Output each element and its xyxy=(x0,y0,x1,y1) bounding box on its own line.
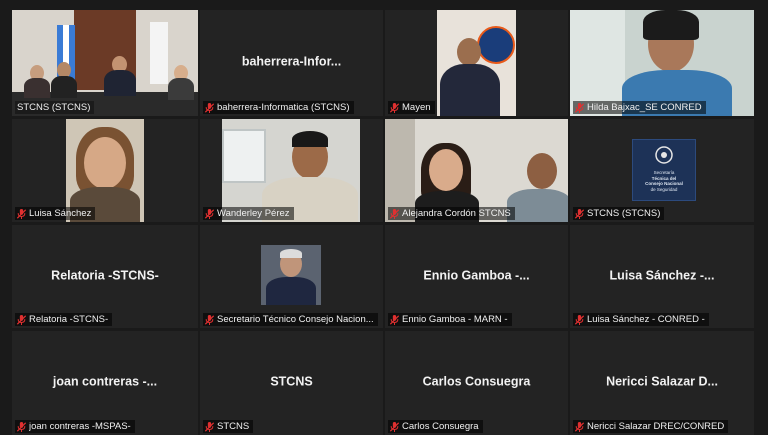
mic-muted-icon xyxy=(390,208,399,219)
video-tile-carlos[interactable]: Carlos Consuegra Carlos Consuegra xyxy=(385,331,568,435)
mic-muted-icon xyxy=(205,314,214,325)
video-tile-stcns-2[interactable]: STCNS STCNS xyxy=(200,331,383,435)
participant-label: joan contreras -MSPAS- xyxy=(15,420,135,433)
video-tile-relatoria[interactable]: Relatoria -STCNS- Relatoria -STCNS- xyxy=(12,225,198,328)
mic-muted-icon xyxy=(17,314,26,325)
participant-name-display: Ennio Gamboa -... xyxy=(423,268,530,283)
video-tile-luisa[interactable]: Luisa Sánchez xyxy=(12,119,198,222)
participant-label: STCNS xyxy=(203,420,254,433)
video-tile-wanderley[interactable]: Wanderley Pérez xyxy=(200,119,383,222)
logo-text: de Seguridad xyxy=(650,186,678,192)
mic-muted-icon xyxy=(390,102,399,113)
participant-name-display: STCNS xyxy=(270,374,313,389)
participant-label: Ennio Gamboa - MARN - xyxy=(388,313,512,326)
mic-muted-icon xyxy=(390,421,399,432)
participant-label: Relatoria -STCNS- xyxy=(15,313,113,326)
participant-name-display: Relatoria -STCNS- xyxy=(51,268,159,283)
participant-label: Hilda Bajxac_SE CONRED xyxy=(573,101,706,114)
video-tile-ennio[interactable]: Ennio Gamboa -... Ennio Gamboa - MARN - xyxy=(385,225,568,328)
video-tile-luisa-conred[interactable]: Luisa Sánchez -... Luisa Sánchez - CONRE… xyxy=(570,225,754,328)
participant-name-display: Nericci Salazar D... xyxy=(606,374,718,389)
participant-name-display: Luisa Sánchez -... xyxy=(609,268,715,283)
video-feed xyxy=(437,10,516,116)
participant-label: Secretario Técnico Consejo Nacion... xyxy=(203,313,378,326)
mic-muted-icon xyxy=(205,208,214,219)
video-tile-stcns-logo[interactable]: Secretaría Técnica del Consejo Nacional … xyxy=(570,119,754,222)
mic-muted-icon xyxy=(205,421,214,432)
video-tile-stcns[interactable]: STCNS (STCNS) xyxy=(12,10,198,116)
participant-label: STCNS (STCNS) xyxy=(573,207,665,220)
participant-name-display: Carlos Consuegra xyxy=(422,374,531,389)
participant-label: STCNS (STCNS) xyxy=(15,101,95,114)
conred-logo xyxy=(477,26,515,64)
participant-label: Luisa Sánchez - CONRED - xyxy=(573,313,709,326)
participant-label: Nericci Salazar DREC/CONRED xyxy=(573,420,729,433)
participant-name-display: joan contreras -... xyxy=(52,374,158,389)
profile-photo xyxy=(261,245,321,305)
participant-label: Luisa Sánchez xyxy=(15,207,96,220)
participant-label: Alejandra Cordón STCNS xyxy=(388,207,515,220)
mic-muted-icon xyxy=(575,314,584,325)
stcns-logo: Secretaría Técnica del Consejo Nacional … xyxy=(632,139,696,201)
video-tile-nericci[interactable]: Nericci Salazar D... Nericci Salazar DRE… xyxy=(570,331,754,435)
participant-label: Wanderley Pérez xyxy=(203,207,294,220)
video-tile-mayen[interactable]: Mayen xyxy=(385,10,568,116)
participant-name-display: baherrera-Infor... xyxy=(241,54,342,69)
video-tile-hilda[interactable]: Hilda Bajxac_SE CONRED xyxy=(570,10,754,116)
flag-white xyxy=(150,22,168,84)
mic-muted-icon xyxy=(575,421,584,432)
video-tile-joan[interactable]: joan contreras -... joan contreras -MSPA… xyxy=(12,331,198,435)
participant-label: Mayen xyxy=(388,101,435,114)
emblem-icon xyxy=(655,146,673,164)
video-tile-alejandra[interactable]: Alejandra Cordón STCNS xyxy=(385,119,568,222)
mic-muted-icon xyxy=(17,208,26,219)
participant-label: baherrera-Informatica (STCNS) xyxy=(203,101,354,114)
mic-muted-icon xyxy=(17,421,26,432)
mic-muted-icon xyxy=(205,102,214,113)
participant-label: Carlos Consuegra xyxy=(388,420,483,433)
video-tile-secretario[interactable]: Secretario Técnico Consejo Nacion... xyxy=(200,225,383,328)
mic-muted-icon xyxy=(575,102,584,113)
mic-muted-icon xyxy=(575,208,584,219)
mic-muted-icon xyxy=(390,314,399,325)
video-tile-baherrera[interactable]: baherrera-Infor... baherrera-Informatica… xyxy=(200,10,383,116)
